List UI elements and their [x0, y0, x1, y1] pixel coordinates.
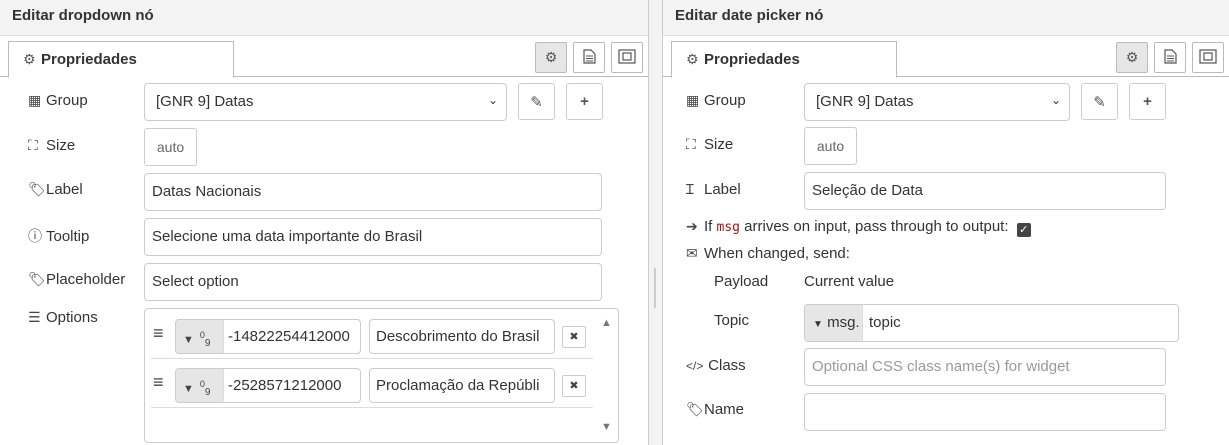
remove-option-button[interactable]: ✖ [562, 326, 586, 348]
tooltip-label: ⓘ Tooltip [28, 228, 90, 245]
payload-label: Payload [714, 273, 769, 290]
tab-buttons: ⚙ [1116, 42, 1224, 73]
arrow-right-icon: ➔ [686, 218, 698, 234]
placeholder-input[interactable]: Select option [144, 263, 602, 301]
edit-group-button[interactable]: ✎ [1081, 83, 1118, 120]
topic-label: Topic [714, 312, 750, 329]
label-label: Ɪ Label [686, 181, 741, 198]
option-label-input[interactable]: Descobrimento do Brasil [369, 319, 555, 354]
option-row: ≡ ▼ 09 -14822254412000 Descobrimento do B… [151, 311, 593, 359]
tag-icon: 🏷 [28, 271, 46, 287]
edit-group-button[interactable]: ✎ [518, 83, 555, 120]
chevron-down-icon: ⌄ [1050, 93, 1061, 107]
gear-icon: ⚙ [1125, 49, 1139, 65]
tab-buttons: ⚙ [535, 42, 643, 73]
tray-title: Editar date picker nó [663, 0, 1229, 36]
size-button[interactable]: auto [804, 127, 857, 165]
text-cursor-icon: Ɪ [686, 181, 694, 197]
appearance-tab-button[interactable] [1192, 42, 1224, 73]
passthru-checkbox[interactable]: ✓ [1016, 223, 1031, 237]
properties-tab-button[interactable]: ⚙ [535, 42, 567, 73]
info-icon: ⓘ [28, 228, 42, 244]
remove-icon: ✖ [569, 331, 579, 343]
list-icon: ☰ [28, 309, 41, 325]
table-icon: ▦ [28, 92, 42, 108]
resize-icon: ⛶ [28, 137, 38, 153]
resize-grip[interactable] [654, 268, 656, 308]
options-label: ☰ Options [28, 309, 98, 326]
resize-icon: ⛶ [686, 136, 696, 152]
add-group-button[interactable]: + [566, 83, 603, 120]
option-value-input[interactable]: ▼ 09 -2528571212000 [175, 368, 361, 403]
group-select[interactable]: [GNR 9] Datas ⌄ [144, 83, 507, 121]
frame-icon [618, 48, 636, 67]
tabs-row: ⚙ Propriedades ⚙ [663, 37, 1229, 78]
table-icon: ▦ [686, 92, 700, 108]
frame-icon [1199, 48, 1217, 67]
tooltip-input[interactable]: Selecione uma data importante do Brasil [144, 218, 602, 256]
label-input[interactable]: Seleção de Data [804, 172, 1166, 210]
tab-properties[interactable]: ⚙ Propriedades [8, 41, 234, 78]
panel-divider [649, 0, 662, 445]
name-input[interactable] [804, 393, 1166, 431]
name-label: 🏷Name [686, 401, 745, 418]
size-label: ⛶ Size [28, 137, 76, 154]
gear-icon: ⚙ [23, 51, 36, 67]
scroll-up-icon[interactable]: ▲ [601, 317, 612, 329]
plus-icon: + [580, 93, 589, 110]
tag-icon: 🏷 [28, 181, 46, 197]
class-label: </> Class [686, 357, 746, 374]
document-icon [582, 48, 596, 67]
tag-icon: 🏷 [686, 401, 704, 417]
remove-icon: ✖ [569, 380, 579, 392]
pencil-icon: ✎ [530, 93, 543, 111]
plus-icon: + [1143, 93, 1152, 110]
number-type-selector[interactable]: ▼ 09 [176, 369, 224, 402]
envelope-icon: ✉ [686, 245, 698, 261]
options-list: ≡ ▼ 09 -14822254412000 Descobrimento do B… [144, 308, 619, 443]
group-label: ▦ Group [686, 92, 746, 109]
gear-icon: ⚙ [686, 51, 699, 67]
edit-date-picker-panel: Editar date picker nó ⚙ Propriedades ⚙ ▦ G… [662, 0, 1229, 445]
add-group-button[interactable]: + [1129, 83, 1166, 120]
option-value-input[interactable]: ▼ 09 -14822254412000 [175, 319, 361, 354]
gear-icon: ⚙ [544, 49, 558, 65]
group-select[interactable]: [GNR 9] Datas ⌄ [804, 83, 1070, 121]
topic-input[interactable]: ▼ msg. topic [804, 304, 1179, 342]
option-label-input[interactable]: Proclamação da Repúbli [369, 368, 555, 403]
group-label: ▦ Group [28, 92, 88, 109]
drag-handle-icon[interactable]: ≡ [153, 323, 164, 344]
properties-tab-button[interactable]: ⚙ [1116, 42, 1148, 73]
label-input[interactable]: Datas Nacionais [144, 173, 602, 211]
label-label: 🏷Label [28, 181, 83, 198]
description-tab-button[interactable] [1154, 42, 1186, 73]
topic-type-selector[interactable]: ▼ msg. [805, 305, 863, 341]
class-input[interactable]: Optional CSS class name(s) for widget [804, 348, 1166, 386]
size-button[interactable]: auto [144, 128, 197, 166]
remove-option-button[interactable]: ✖ [562, 375, 586, 397]
description-tab-button[interactable] [573, 42, 605, 73]
size-label: ⛶ Size [686, 136, 734, 153]
tray-title: Editar dropdown nó [0, 0, 648, 36]
appearance-tab-button[interactable] [611, 42, 643, 73]
drag-handle-icon[interactable]: ≡ [153, 372, 164, 393]
payload-value: Current value [804, 273, 895, 290]
tab-properties[interactable]: ⚙ Propriedades [671, 41, 897, 78]
passthru-row: ➔ If msg arrives on input, pass through t… [686, 218, 1031, 237]
options-scrollbar[interactable]: ▲ ▼ [596, 309, 618, 442]
pencil-icon: ✎ [1093, 93, 1106, 111]
tabs-row: ⚙ Propriedades ⚙ [0, 37, 648, 78]
document-icon [1163, 48, 1177, 67]
chevron-down-icon: ⌄ [487, 93, 498, 107]
option-row: ≡ ▼ 09 -2528571212000 Proclamação da Repú… [151, 360, 593, 408]
edit-dropdown-panel: Editar dropdown nó ⚙ Propriedades ⚙ ▦ Grou… [0, 0, 649, 445]
code-icon: </> [686, 359, 704, 373]
scroll-down-icon[interactable]: ▼ [601, 421, 612, 433]
placeholder-label: 🏷Placeholder [28, 271, 126, 288]
number-type-selector[interactable]: ▼ 09 [176, 320, 224, 353]
when-changed-label: ✉ When changed, send: [686, 245, 850, 262]
